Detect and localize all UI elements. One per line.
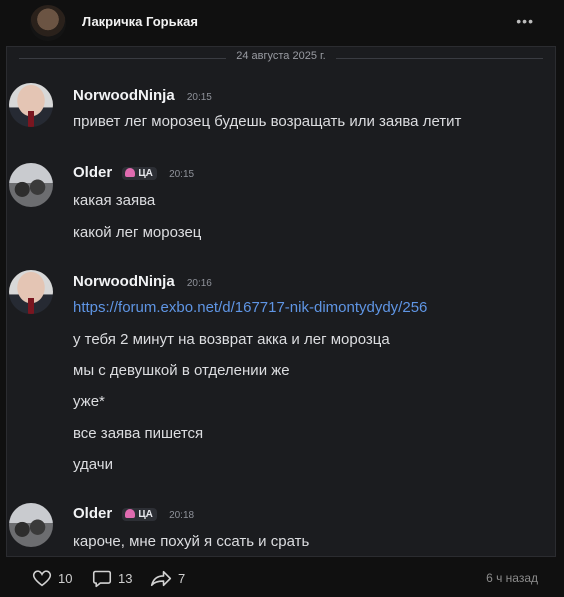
role-badge: ЦА [122, 167, 157, 180]
message-time: 20:15 [169, 169, 195, 180]
message-author: Older [73, 164, 113, 181]
user-avatar [9, 83, 53, 127]
role-badge: ЦА [122, 508, 157, 521]
mushroom-icon [125, 168, 136, 177]
user-avatar [9, 163, 53, 207]
repost-count: 7 [178, 571, 186, 586]
author-name[interactable]: Лакричка Горькая [82, 14, 198, 29]
user-avatar [9, 503, 53, 547]
post-time: 6 ч назад [486, 571, 538, 585]
message-time: 20:16 [186, 278, 212, 289]
message-time: 20:18 [169, 510, 195, 521]
more-icon[interactable]: ••• [516, 13, 534, 29]
post-header: Лакричка Горькая ••• [0, 0, 564, 46]
message-text: кароче, мне похуй я ссать и срать [73, 533, 310, 550]
author-avatar[interactable] [30, 5, 66, 41]
comment-icon [92, 570, 112, 588]
message-text: у тебя 2 минут на возврат акка и лег мор… [73, 331, 390, 348]
message-text: привет лег морозец будешь возращать или … [73, 113, 462, 130]
message-author: NorwoodNinja [73, 273, 175, 290]
threads-post: Лакричка Горькая ••• 24 августа 2025 г. … [0, 0, 564, 597]
comment-count: 13 [118, 571, 133, 586]
message-author: NorwoodNinja [73, 87, 175, 104]
message-time: 20:15 [186, 92, 212, 103]
share-arrow-icon [150, 570, 172, 587]
date-label: 24 августа 2025 г. [226, 50, 336, 62]
heart-icon [32, 570, 52, 587]
message-text: удачи [73, 456, 113, 473]
comment-button[interactable]: 13 [92, 569, 132, 588]
message-text: уже* [73, 393, 105, 410]
chat-screenshot[interactable]: 24 августа 2025 г. NorwoodNinja 20:15 пр… [6, 46, 556, 557]
user-avatar [9, 270, 53, 314]
repost-button[interactable]: 7 [150, 569, 185, 588]
message-text: какая заява [73, 192, 156, 209]
like-count: 10 [58, 570, 73, 586]
mushroom-icon [125, 509, 136, 518]
message-link[interactable]: https://forum.exbo.net/d/167717-nik-dimo… [73, 299, 427, 316]
message-text: все заява пишется [73, 425, 204, 442]
post-actions: 10 13 7 6 ч назад [0, 557, 564, 597]
like-button[interactable]: 10 [32, 569, 72, 587]
message-author: Older [73, 505, 113, 522]
message-text: мы с девушкой в отделении же [73, 362, 290, 379]
message-text: какой лег морозец [73, 224, 202, 241]
